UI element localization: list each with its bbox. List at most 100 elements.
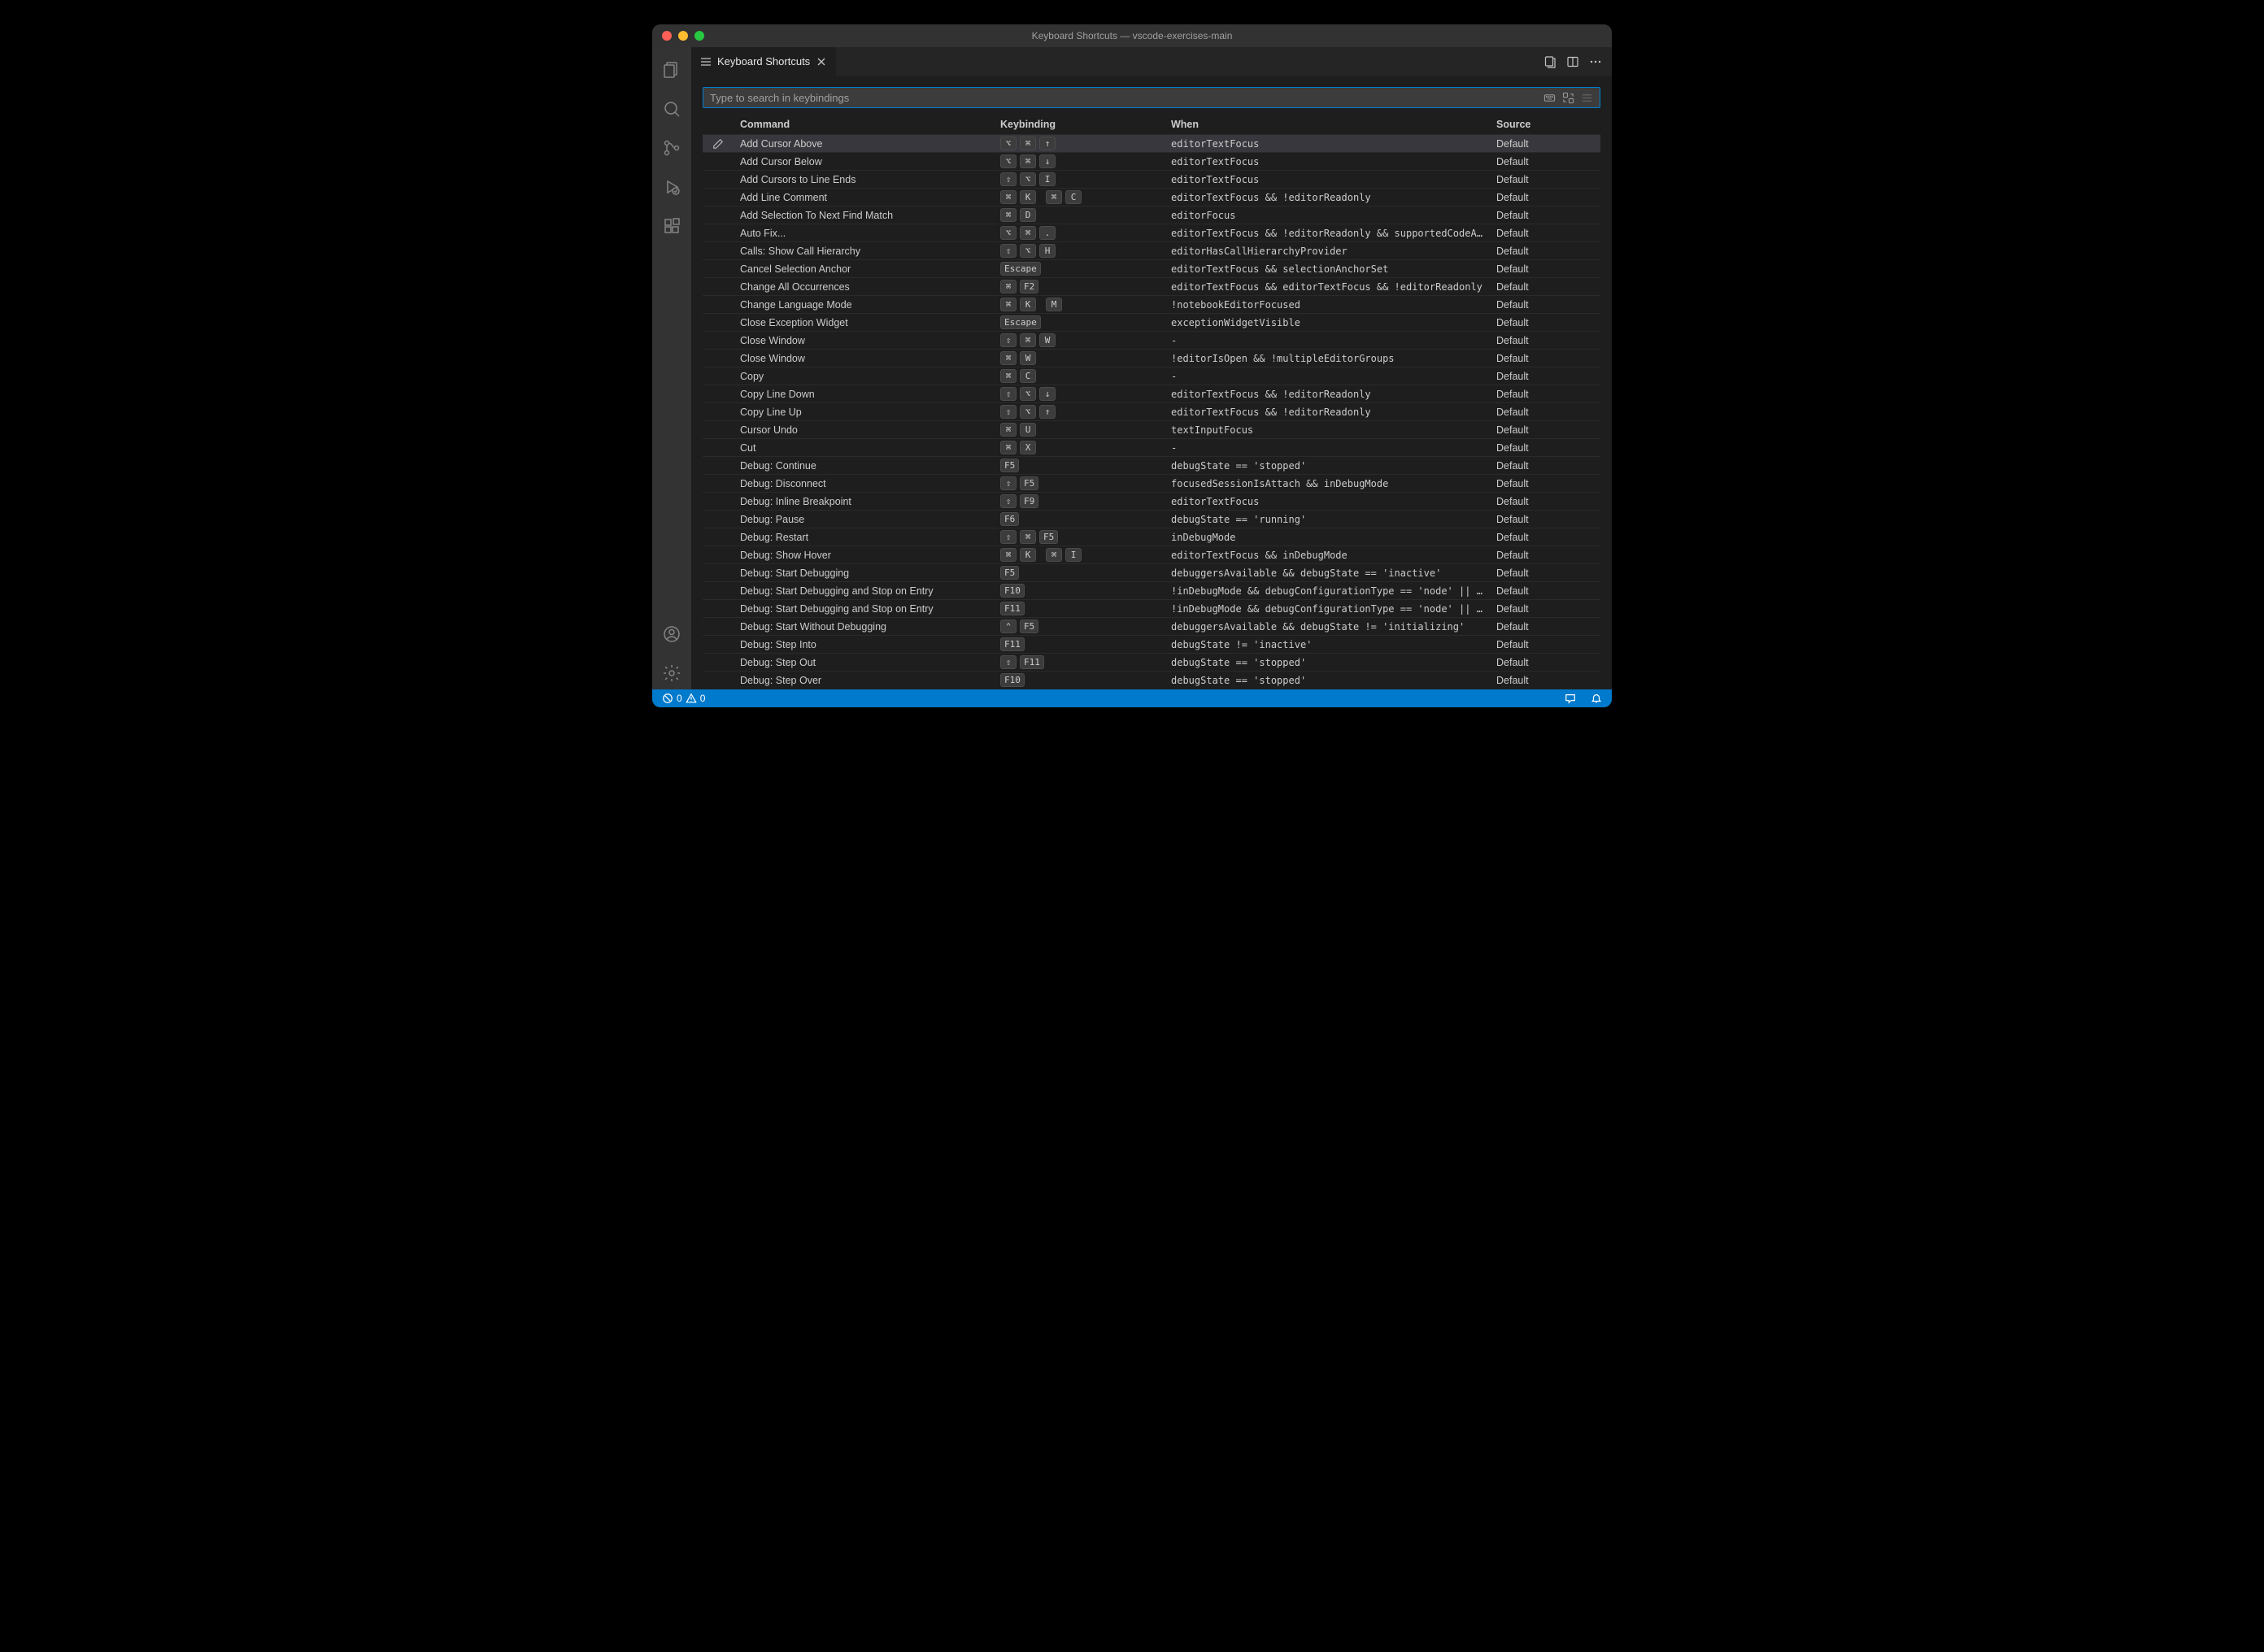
table-row[interactable]: Add Cursors to Line Ends⇧⌥IeditorTextFoc… [703, 170, 1600, 188]
table-row[interactable]: Debug: Restart⇧⌘F5inDebugModeDefault [703, 528, 1600, 546]
extensions-icon[interactable] [652, 210, 691, 242]
table-row[interactable]: Add Cursor Below⌥⌘↓editorTextFocusDefaul… [703, 152, 1600, 170]
table-row[interactable]: Close Window⇧⌘W-Default [703, 331, 1600, 349]
keybinding-cell: ⌥⌘↑ [994, 137, 1165, 150]
tab-keyboard-shortcuts[interactable]: Keyboard Shortcuts [691, 47, 837, 76]
table-row[interactable]: Add Selection To Next Find Match⌘Deditor… [703, 206, 1600, 224]
more-actions-icon[interactable] [1589, 55, 1602, 68]
command-cell: Debug: Show Hover [734, 550, 994, 561]
window-close-button[interactable] [662, 31, 672, 41]
source-cell: Default [1490, 585, 1600, 597]
app-window: Keyboard Shortcuts — vscode-exercises-ma… [652, 24, 1612, 707]
status-feedback-icon[interactable] [1561, 689, 1579, 707]
table-row[interactable]: Copy Line Up⇧⌥↑editorTextFocus && !edito… [703, 402, 1600, 420]
status-errors-count: 0 [677, 693, 682, 704]
command-cell: Debug: Step Into [734, 639, 994, 650]
command-cell: Close Exception Widget [734, 317, 994, 328]
keybinding-cell: ⌘U [994, 423, 1165, 437]
keybinding-search[interactable] [703, 87, 1600, 108]
when-cell: editorTextFocus [1165, 496, 1490, 507]
command-cell: Debug: Start Debugging [734, 567, 994, 579]
record-keys-icon[interactable] [1540, 92, 1559, 104]
table-row[interactable]: Close Exception WidgetEscapeexceptionWid… [703, 313, 1600, 331]
window-maximize-button[interactable] [694, 31, 704, 41]
source-cell: Default [1490, 210, 1600, 221]
table-row[interactable]: Debug: Start Debugging and Stop on Entry… [703, 581, 1600, 599]
table-row[interactable]: Debug: Show Hover⌘K⌘IeditorTextFocus && … [703, 546, 1600, 563]
command-cell: Copy Line Up [734, 406, 994, 418]
col-keybinding[interactable]: Keybinding [994, 119, 1165, 130]
status-bell-icon[interactable] [1587, 689, 1605, 707]
table-body[interactable]: Add Cursor Above⌥⌘↑editorTextFocusDefaul… [703, 134, 1600, 689]
settings-gear-icon[interactable] [652, 657, 691, 689]
command-cell: Add Selection To Next Find Match [734, 210, 994, 221]
key-cap: F2 [1020, 280, 1038, 293]
when-cell: editorTextFocus && editorTextFocus && !e… [1165, 281, 1490, 293]
table-row[interactable]: Add Cursor Above⌥⌘↑editorTextFocusDefaul… [703, 134, 1600, 152]
table-row[interactable]: Copy⌘C-Default [703, 367, 1600, 385]
source-cell: Default [1490, 263, 1600, 275]
status-problems[interactable]: 0 0 [659, 689, 708, 707]
keybinding-search-input[interactable] [710, 92, 1540, 104]
table-row[interactable]: Cancel Selection AnchorEscapeeditorTextF… [703, 259, 1600, 277]
table-row[interactable]: Debug: Disconnect⇧F5focusedSessionIsAtta… [703, 474, 1600, 492]
when-cell: inDebugMode [1165, 532, 1490, 543]
col-when[interactable]: When [1165, 119, 1490, 130]
tab-close-button[interactable] [815, 55, 828, 68]
key-cap: ⌘ [1000, 190, 1017, 204]
search-section [691, 76, 1612, 115]
keybinding-cell: ⌃F5 [994, 620, 1165, 633]
source-cell: Default [1490, 478, 1600, 489]
key-cap: ⇧ [1000, 655, 1017, 669]
source-cell: Default [1490, 603, 1600, 615]
split-editor-icon[interactable] [1566, 55, 1579, 68]
source-cell: Default [1490, 138, 1600, 150]
table-row[interactable]: Auto Fix...⌥⌘.editorTextFocus && !editor… [703, 224, 1600, 241]
table-row[interactable]: Calls: Show Call Hierarchy⇧⌥HeditorHasCa… [703, 241, 1600, 259]
table-row[interactable]: Debug: Inline Breakpoint⇧F9editorTextFoc… [703, 492, 1600, 510]
key-cap: ⇧ [1000, 387, 1017, 401]
table-row[interactable]: Copy Line Down⇧⌥↓editorTextFocus && !edi… [703, 385, 1600, 402]
titlebar: Keyboard Shortcuts — vscode-exercises-ma… [652, 24, 1612, 47]
clear-search-icon[interactable] [1578, 92, 1596, 104]
table-row[interactable]: Change All Occurrences⌘F2editorTextFocus… [703, 277, 1600, 295]
table-row[interactable]: Cut⌘X-Default [703, 438, 1600, 456]
source-cell: Default [1490, 246, 1600, 257]
table-row[interactable]: Close Window⌘W!editorIsOpen && !multiple… [703, 349, 1600, 367]
source-control-icon[interactable] [652, 132, 691, 164]
table-row[interactable]: Change Language Mode⌘KM!notebookEditorFo… [703, 295, 1600, 313]
when-cell: debugState == 'running' [1165, 514, 1490, 525]
col-command[interactable]: Command [734, 119, 994, 130]
table-row[interactable]: Cursor Undo⌘UtextInputFocusDefault [703, 420, 1600, 438]
table-row[interactable]: Debug: Step OverF10debugState == 'stoppe… [703, 671, 1600, 689]
table-row[interactable]: Debug: Start Without Debugging⌃F5debugge… [703, 617, 1600, 635]
edit-keybinding-icon[interactable] [703, 138, 734, 150]
table-row[interactable]: Add Line Comment⌘K⌘CeditorTextFocus && !… [703, 188, 1600, 206]
col-source[interactable]: Source [1490, 119, 1600, 130]
explorer-icon[interactable] [652, 54, 691, 86]
key-cap: H [1039, 244, 1056, 258]
table-row[interactable]: Debug: Step Out⇧F11debugState == 'stoppe… [703, 653, 1600, 671]
sort-precedence-icon[interactable] [1559, 92, 1578, 104]
run-debug-icon[interactable] [652, 171, 691, 203]
source-cell: Default [1490, 299, 1600, 311]
table-row[interactable]: Debug: Start DebuggingF5debuggersAvailab… [703, 563, 1600, 581]
search-icon[interactable] [652, 93, 691, 125]
keybinding-cell: ⌥⌘. [994, 226, 1165, 240]
key-cap: ⌘ [1000, 441, 1017, 454]
keybinding-cell: ⇧F9 [994, 494, 1165, 508]
accounts-icon[interactable] [652, 618, 691, 650]
key-cap: F5 [1000, 566, 1019, 580]
key-cap: ⇧ [1000, 172, 1017, 186]
open-keybindings-json-icon[interactable] [1543, 55, 1556, 68]
table-row[interactable]: Debug: PauseF6debugState == 'running'Def… [703, 510, 1600, 528]
table-row[interactable]: Debug: Start Debugging and Stop on Entry… [703, 599, 1600, 617]
command-cell: Cancel Selection Anchor [734, 263, 994, 275]
key-cap: F6 [1000, 512, 1019, 526]
table-row[interactable]: Debug: ContinueF5debugState == 'stopped'… [703, 456, 1600, 474]
command-cell: Debug: Continue [734, 460, 994, 472]
table-row[interactable]: Debug: Step IntoF11debugState != 'inacti… [703, 635, 1600, 653]
key-cap: ⌘ [1000, 208, 1017, 222]
window-minimize-button[interactable] [678, 31, 688, 41]
keybinding-cell: ⌘D [994, 208, 1165, 222]
